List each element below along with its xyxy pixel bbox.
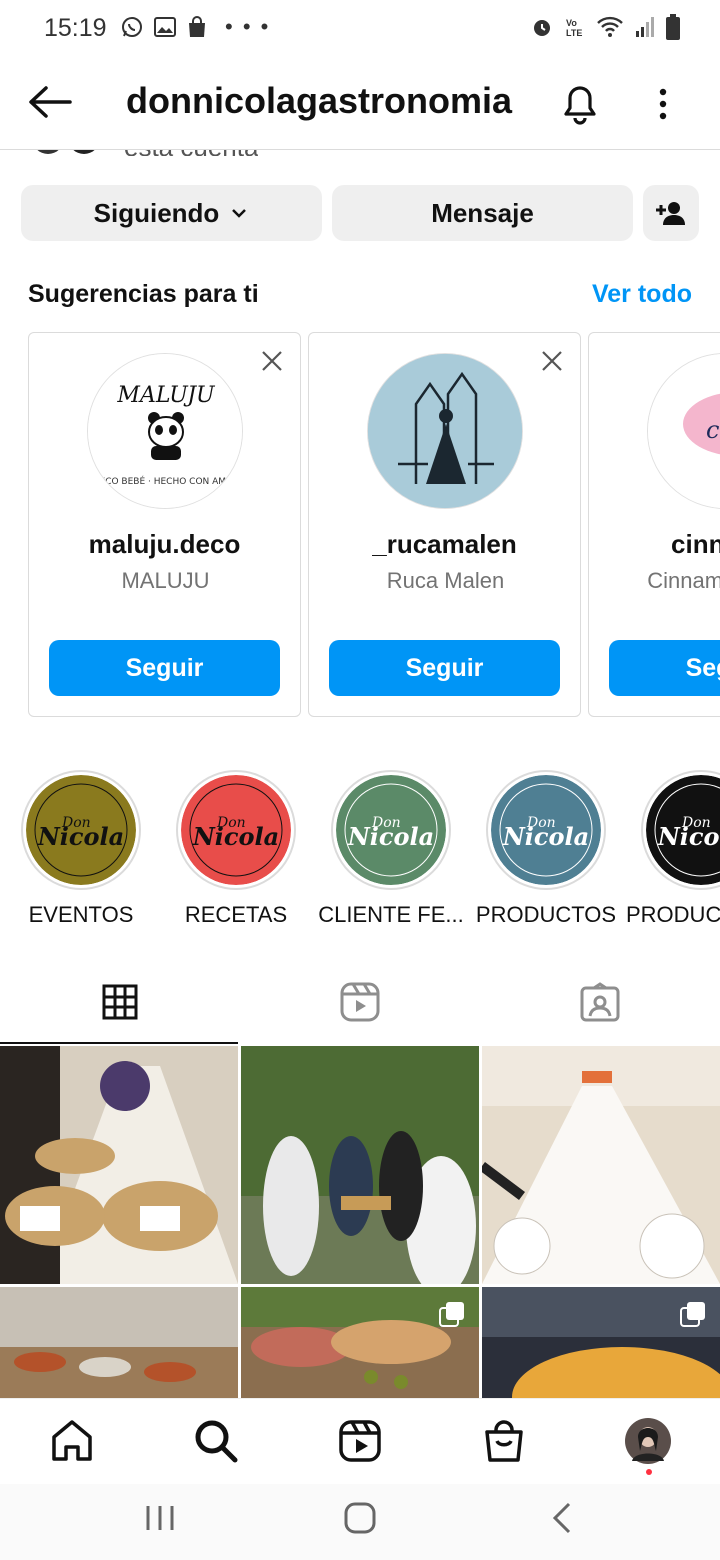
grid-icon — [102, 984, 138, 1020]
svg-text:Vo: Vo — [566, 18, 577, 28]
volte-icon: VoLTE — [566, 18, 582, 38]
gallery-icon — [154, 17, 176, 37]
svg-text:Nicola: Nicola — [657, 822, 720, 851]
message-label: Mensaje — [431, 197, 534, 228]
back-arrow-icon[interactable] — [26, 84, 72, 120]
reels-icon[interactable] — [336, 1417, 384, 1465]
story-highlights[interactable]: Don Nicola EVENTOS Don Nicola RECETAS Don N… — [0, 770, 720, 930]
status-bar: 15:19 • • • Vo LTE — [0, 0, 720, 56]
active-tab-indicator — [0, 1042, 238, 1044]
svg-text:Nicola: Nicola — [37, 822, 124, 851]
bottom-navigation — [0, 1398, 720, 1484]
suggestion-username[interactable]: maluju.deco — [29, 529, 300, 560]
suggestion-avatar[interactable]: MALUJU DECO BEBÉ · HECHO CON AMOR — [87, 353, 243, 509]
close-icon[interactable] — [260, 349, 284, 373]
highlight-cover: DonNicola — [26, 775, 136, 885]
suggestion-avatar[interactable] — [367, 353, 523, 509]
highlight-label: EVENTOS — [28, 902, 134, 927]
search-icon[interactable] — [192, 1417, 240, 1465]
post-thumbnail[interactable] — [0, 1046, 238, 1284]
close-icon[interactable] — [540, 349, 564, 373]
maluju-logo-text: MALUJU — [116, 383, 216, 408]
chevron-down-icon — [232, 209, 247, 218]
suggestion-username[interactable]: cinnamo — [589, 529, 720, 560]
highlight-cover: DonNicola — [336, 775, 446, 885]
top-header: donnicolagastronomia — [0, 56, 720, 150]
suggestion-fullname: Cinnamon Artes — [647, 568, 720, 593]
bell-icon[interactable] — [558, 80, 602, 126]
reels-icon — [340, 982, 380, 1022]
profile-tabs — [0, 960, 720, 1044]
suggestion-fullname: Ruca Malen — [386, 568, 505, 593]
system-navigation-bar — [0, 1484, 720, 1560]
svg-text:Nicola: Nicola — [347, 822, 434, 851]
status-notifications: • • • — [120, 14, 270, 40]
svg-text:DECO BEBÉ · HECHO CON AMOR: DECO BEBÉ · HECHO CON AMOR — [93, 475, 240, 487]
post-thumbnail[interactable] — [241, 1046, 479, 1284]
home-icon[interactable] — [48, 1417, 96, 1465]
status-time: 15:19 — [44, 14, 107, 42]
highlight-cover: DonNicola — [491, 775, 601, 885]
signal-icon — [636, 17, 654, 37]
profile-avatar[interactable] — [624, 1417, 672, 1465]
more-options-icon[interactable] — [650, 84, 676, 124]
carousel-icon — [680, 1302, 705, 1327]
post-thumbnail[interactable] — [241, 1287, 479, 1400]
post-thumbnail[interactable] — [482, 1287, 720, 1400]
see-all-link[interactable]: Ver todo — [592, 280, 692, 309]
message-button[interactable]: Mensaje — [332, 185, 633, 241]
back-button-icon[interactable] — [543, 1498, 583, 1538]
posts-grid — [0, 1046, 720, 1400]
add-user-button[interactable] — [643, 185, 699, 241]
svg-text:Nicola: Nicola — [192, 822, 279, 851]
tagged-icon — [580, 982, 620, 1022]
add-user-icon — [656, 202, 685, 225]
recent-apps-icon[interactable] — [140, 1498, 180, 1538]
whatsapp-icon — [122, 17, 142, 37]
suggestion-card: cinn cinnamo Cinnamon Artes Seguir — [588, 332, 720, 717]
suggestion-card: MALUJU DECO BEBÉ · HECHO CON AMOR maluju… — [28, 332, 301, 717]
highlight-label: PRODUC — [626, 902, 720, 927]
tab-tagged[interactable] — [480, 960, 720, 1044]
svg-text:Nicola: Nicola — [502, 822, 589, 851]
post-thumbnail[interactable] — [482, 1046, 720, 1284]
suggestion-fullname: MALUJU — [121, 568, 210, 593]
highlight-label: RECETAS — [184, 902, 288, 927]
profile-username: donnicolagastronomia — [126, 80, 513, 121]
following-button[interactable]: Siguiendo — [21, 185, 322, 241]
more-notifications-icon: • • • — [225, 14, 271, 39]
suggestions-title: Sugerencias para ti — [28, 280, 259, 308]
suggestion-username[interactable]: _rucamalen — [309, 529, 580, 560]
tab-reels[interactable] — [240, 960, 480, 1044]
highlight-label: PRODUCTOS — [475, 902, 617, 927]
shop-icon[interactable] — [480, 1417, 528, 1465]
follow-button[interactable]: Seguir — [49, 640, 280, 696]
svg-text:LTE: LTE — [566, 28, 582, 38]
suggestions-carousel[interactable]: MALUJU DECO BEBÉ · HECHO CON AMOR maluju… — [28, 332, 720, 718]
notification-dot — [646, 1469, 652, 1475]
follow-button[interactable]: Seguir — [329, 640, 560, 696]
suggestion-card: _rucamalen Ruca Malen Seguir — [308, 332, 581, 717]
alarm-icon — [534, 20, 550, 36]
cinnamon-logo-text: cinn — [706, 416, 720, 444]
status-system: Vo LTE — [530, 14, 680, 40]
suggestion-avatar[interactable]: cinn — [647, 353, 720, 509]
highlight-cover: DonNicola — [181, 775, 291, 885]
highlight-label: CLIENTE FE... — [318, 902, 464, 927]
post-thumbnail[interactable] — [0, 1287, 238, 1400]
wifi-icon — [597, 16, 623, 37]
tab-posts[interactable] — [0, 960, 240, 1044]
following-label: Siguiendo — [93, 197, 220, 228]
highlight-cover: DonNicola — [646, 775, 720, 885]
shopping-bag-icon — [189, 16, 205, 37]
battery-icon — [666, 14, 680, 40]
home-button-icon[interactable] — [340, 1498, 380, 1538]
follow-button[interactable]: Seguir — [609, 640, 720, 696]
carousel-icon — [439, 1302, 464, 1327]
